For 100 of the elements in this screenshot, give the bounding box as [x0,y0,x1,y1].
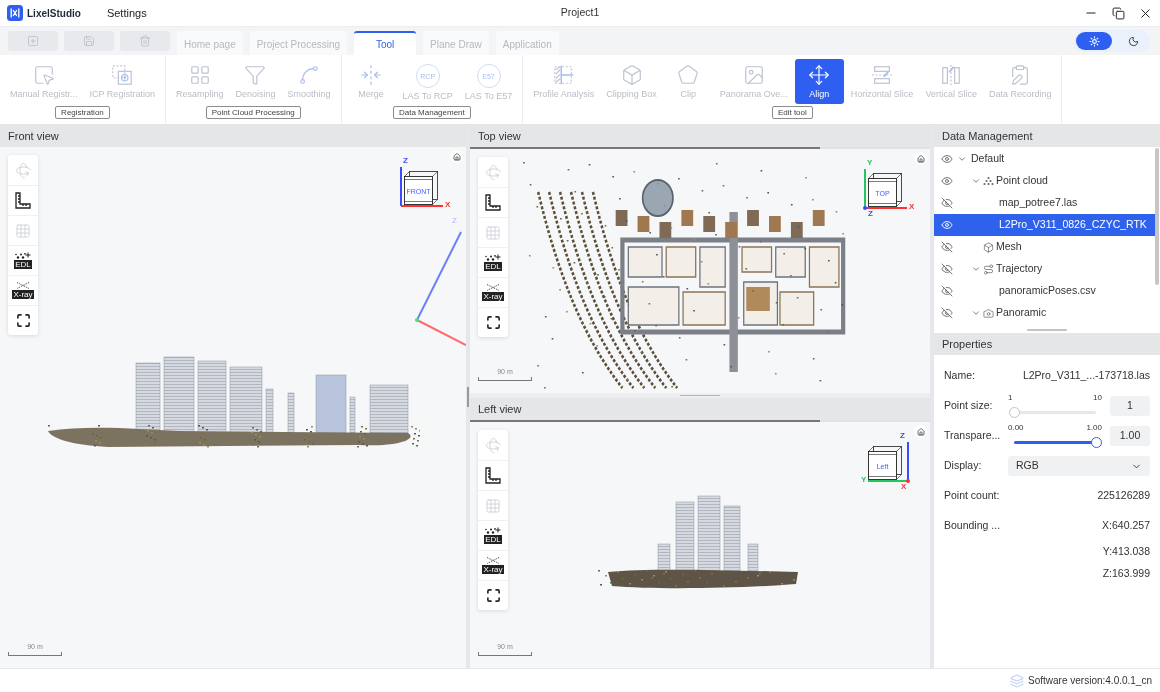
dots-pyramid-icon [983,176,994,186]
tree-item[interactable]: Panoramic [934,302,1155,324]
resize-handle [467,386,469,407]
tree-item[interactable]: Default [934,148,1155,170]
cross-dots-icon [485,557,501,564]
field-label: Transpare... [944,428,1002,444]
home-button[interactable] [914,152,927,165]
theme-button[interactable] [1076,32,1112,50]
home-button[interactable] [450,150,463,163]
chevron-down-icon[interactable] [971,308,981,318]
trash-icon [139,35,151,47]
value-field[interactable]: 1.00 [1110,426,1150,446]
menu-item[interactable]: Settings [106,7,147,19]
fullscreen-icon [15,313,31,328]
eye-off-icon[interactable] [941,307,953,319]
ruler-icon [485,467,501,484]
axis-label: Y [867,159,873,167]
chevron-down-icon[interactable] [971,264,981,274]
tree-item[interactable]: Mesh [934,236,1155,258]
arrows-inward-icon [360,64,382,86]
eye-off-icon[interactable] [941,263,953,275]
eye-off-icon[interactable] [941,197,953,209]
field-value: X:640.257 [1102,518,1150,534]
eye-icon[interactable] [941,219,953,231]
edl-button[interactable]: EDL [478,520,508,550]
funnel-icon [244,64,267,86]
eye-off-icon[interactable] [941,285,953,297]
panel-title: Left view [478,401,522,417]
field-label: Point size: [944,398,994,414]
axis-label: Z [452,217,457,225]
panel-title: Front view [8,128,59,144]
fullscreen-icon [485,588,501,603]
field-label: Point count: [944,488,1001,504]
field-value: 225126289 [1097,488,1150,504]
edl-button[interactable]: EDL [8,245,38,275]
field-label: Display: [944,458,983,474]
layers-icon [1010,673,1025,688]
square-pointer-icon [32,64,55,86]
display-select[interactable]: RGB [1008,456,1150,476]
eye-icon[interactable] [941,175,953,187]
dots-plus-icon [485,527,501,534]
view-cube [868,173,904,207]
rotate-3d-icon [484,436,502,454]
group-label: Data Management [392,106,471,119]
axis-label: Y [861,476,867,484]
slider-thumb[interactable] [1090,436,1102,448]
edl-button[interactable]: EDL [478,247,508,277]
tree-item[interactable]: Point cloud [934,170,1155,192]
resize-handle [680,395,720,396]
dots-plus-icon [485,254,501,261]
pentagon-icon [677,64,700,86]
cube-icon [983,241,994,253]
axis-label: X [901,483,907,491]
chevron-down-icon[interactable] [971,176,981,186]
tab[interactable]: Tool [354,31,417,55]
xray-button[interactable]: X-ray [478,550,508,580]
xray-button[interactable]: X-ray [8,275,38,305]
panel-title: Properties [942,336,993,352]
tree-item[interactable]: panoramicPoses.csv [934,280,1155,302]
eye-off-icon[interactable] [941,241,953,253]
field-label: Bounding ... [944,518,1002,534]
xray-button[interactable]: X-ray [478,277,508,307]
grid-icon [485,497,501,514]
version-text: Software version:4.0.0.1_cn [1028,674,1152,688]
app-logo-icon [7,5,23,21]
group-label: Point Cloud Processing [205,106,301,119]
group-label: Registration [55,106,110,119]
slider-min-label: 1 [1008,394,1013,402]
align-button[interactable]: Align [794,59,844,104]
image-icon [742,64,765,86]
view-cube [404,171,440,205]
route-icon [983,263,994,275]
chevron-down-icon[interactable] [957,154,967,164]
home-icon [452,152,461,161]
eye-icon[interactable] [941,153,953,165]
cross-dots-icon [15,282,31,289]
rotate-3d-icon [484,163,502,181]
dashed-squares-icon [111,64,134,86]
tree-item[interactable]: Trajectory [934,258,1155,280]
axis-label: Z [403,157,408,165]
home-button[interactable] [914,425,927,438]
grid-icon [15,222,31,239]
home-icon [916,154,925,163]
ruler-icon [485,194,501,211]
window-title: Project1 [560,5,600,21]
fullscreen-icon [485,315,501,330]
panel-title: Top view [478,128,521,144]
cube-icon [620,64,643,86]
camera-icon [983,307,994,319]
app-name: LixelStudio [27,6,81,21]
field-value: Y:413.038 [1102,544,1150,560]
layout-grid-icon [188,64,211,86]
resize-handle [1027,329,1067,331]
group-label: Edit tool [771,106,813,119]
tree-item[interactable]: L2Pro_V311_0826_CZYC_RTK [934,214,1155,236]
axis-label: Z [900,432,905,440]
tree-item[interactable]: map_potree7.las [934,192,1155,214]
scale-bar [478,377,532,381]
slider-max-label: 1.00 [1086,424,1102,432]
scale-bar [8,652,62,656]
